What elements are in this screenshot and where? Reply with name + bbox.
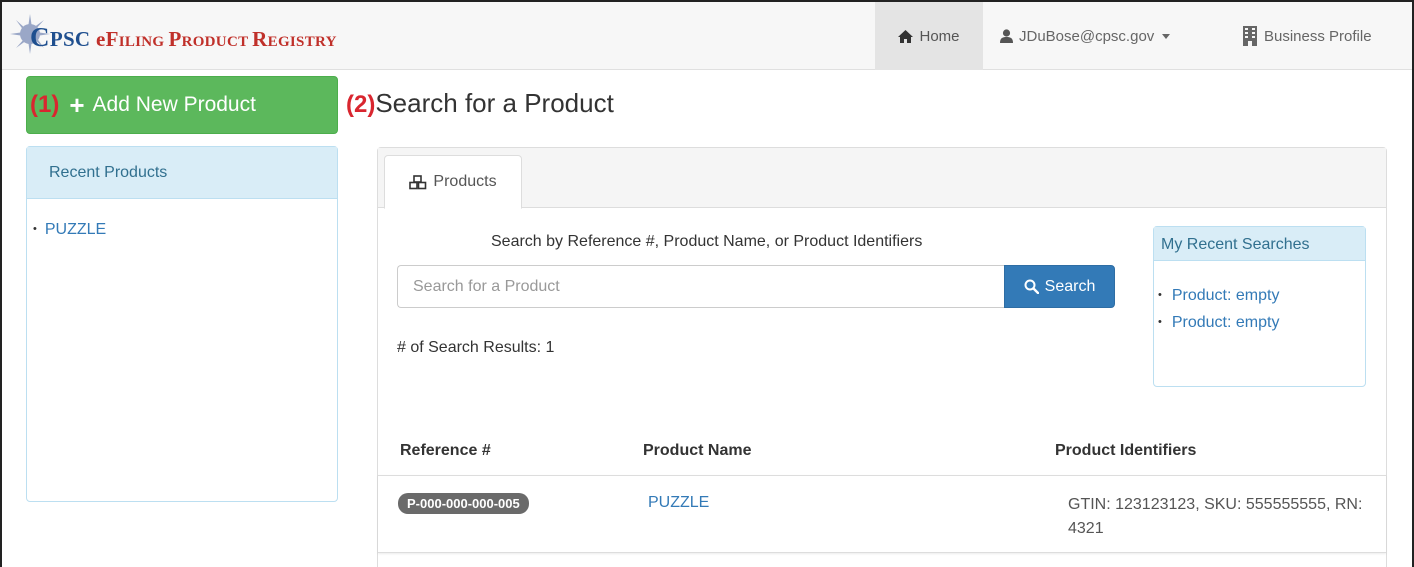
brand-logo[interactable]: CPSC eFILING PRODUCT REGISTRY <box>8 10 337 64</box>
search-button[interactable]: Search <box>1004 265 1115 308</box>
recent-product-link[interactable]: PUZZLE <box>33 221 337 239</box>
search-panel: Products Search by Reference #, Product … <box>377 147 1387 567</box>
tab-products[interactable]: Products <box>384 155 522 209</box>
column-header-identifiers: Product Identifiers <box>1055 442 1197 459</box>
recent-products-title: Recent Products <box>27 147 337 199</box>
cubes-icon <box>409 174 427 189</box>
recent-searches-panel: My Recent Searches Product: empty Produc… <box>1153 226 1366 387</box>
recent-searches-list: Product: empty Product: empty <box>1154 261 1365 337</box>
recent-products-panel: Recent Products PUZZLE <box>26 146 338 502</box>
tab-bar: Products <box>378 148 1386 209</box>
reference-badge: P-000-000-000-005 <box>398 493 529 514</box>
nav-user-label: JDuBose@cpsc.gov <box>1019 27 1155 45</box>
column-header-reference: Reference # <box>400 442 491 459</box>
page-title: (2)Search for a Product <box>346 88 614 119</box>
column-header-product-name: Product Name <box>643 442 752 459</box>
brand-title: CPSC eFILING PRODUCT REGISTRY <box>30 21 337 52</box>
plus-icon: + <box>69 90 85 120</box>
search-icon <box>1024 279 1039 294</box>
nav-business-profile[interactable]: Business Profile <box>1242 2 1372 70</box>
top-navbar: CPSC eFILING PRODUCT REGISTRY Home JDuBo… <box>2 2 1412 70</box>
search-input[interactable] <box>397 265 1004 308</box>
nav-business-label: Business Profile <box>1264 27 1372 45</box>
recent-searches-title: My Recent Searches <box>1154 227 1365 261</box>
nav-home[interactable]: Home <box>875 2 983 70</box>
product-name-link[interactable]: PUZZLE <box>648 494 709 512</box>
table-row[interactable]: P-000-000-000-005 PUZZLE GTIN: 123123123… <box>378 475 1386 553</box>
nav-user-menu[interactable]: JDuBose@cpsc.gov <box>1000 2 1171 70</box>
user-icon <box>1000 29 1013 43</box>
building-icon <box>1243 26 1257 46</box>
recent-products-list: PUZZLE <box>27 199 337 239</box>
app-frame: CPSC eFILING PRODUCT REGISTRY Home JDuBo… <box>0 0 1414 567</box>
home-icon <box>898 29 914 43</box>
search-group: Search <box>397 265 1115 308</box>
add-new-product-button[interactable]: (1) + Add New Product <box>26 76 338 134</box>
step-1-marker: (1) <box>30 91 60 118</box>
step-2-marker: (2) <box>346 91 376 118</box>
search-caption: Search by Reference #, Product Name, or … <box>491 233 923 250</box>
nav-home-label: Home <box>919 27 960 45</box>
page-title-text: Search for a Product <box>375 88 614 118</box>
caret-down-icon <box>1162 33 1171 39</box>
tab-products-label: Products <box>433 173 497 190</box>
recent-search-link[interactable]: Product: empty <box>1158 283 1365 310</box>
product-identifiers: GTIN: 123123123, SKU: 555555555, RN: 432… <box>1068 496 1363 537</box>
search-button-label: Search <box>1044 277 1096 295</box>
search-result-count: # of Search Results: 1 <box>397 339 555 356</box>
recent-search-link[interactable]: Product: empty <box>1158 310 1365 337</box>
add-new-product-label: Add New Product <box>92 93 256 116</box>
